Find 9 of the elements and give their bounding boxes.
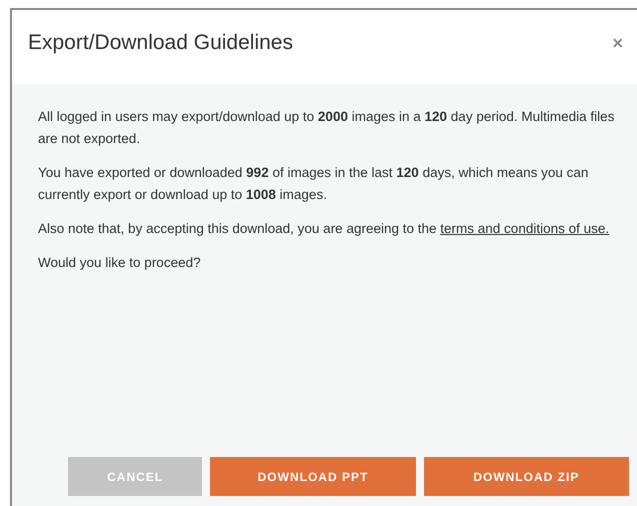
- body-text: You have exported or downloaded 992 of images in the last 120 days, which means you can currently export or download up to 1008 images.: [38, 164, 590, 204]
- download-button[interactable]: DOWNLOAD ZIP: [424, 457, 629, 496]
- dialog-title: Export/Download Guidelines: [28, 30, 293, 56]
- body-text: Would you like to proceed?: [38, 254, 202, 272]
- terms-link[interactable]: terms and conditions of use.: [440, 221, 610, 236]
- download-button[interactable]: DOWNLOAD PPT: [210, 457, 416, 496]
- close-button[interactable]: ×: [612, 34, 623, 52]
- body-text: Also note that, by accepting this download, you are agreeing to the terms and conditions of use.: [38, 220, 610, 238]
- body-text: All logged in users may export/download up to 2000 images in a 120 day period. Multimedia files are not exported.: [38, 108, 616, 148]
